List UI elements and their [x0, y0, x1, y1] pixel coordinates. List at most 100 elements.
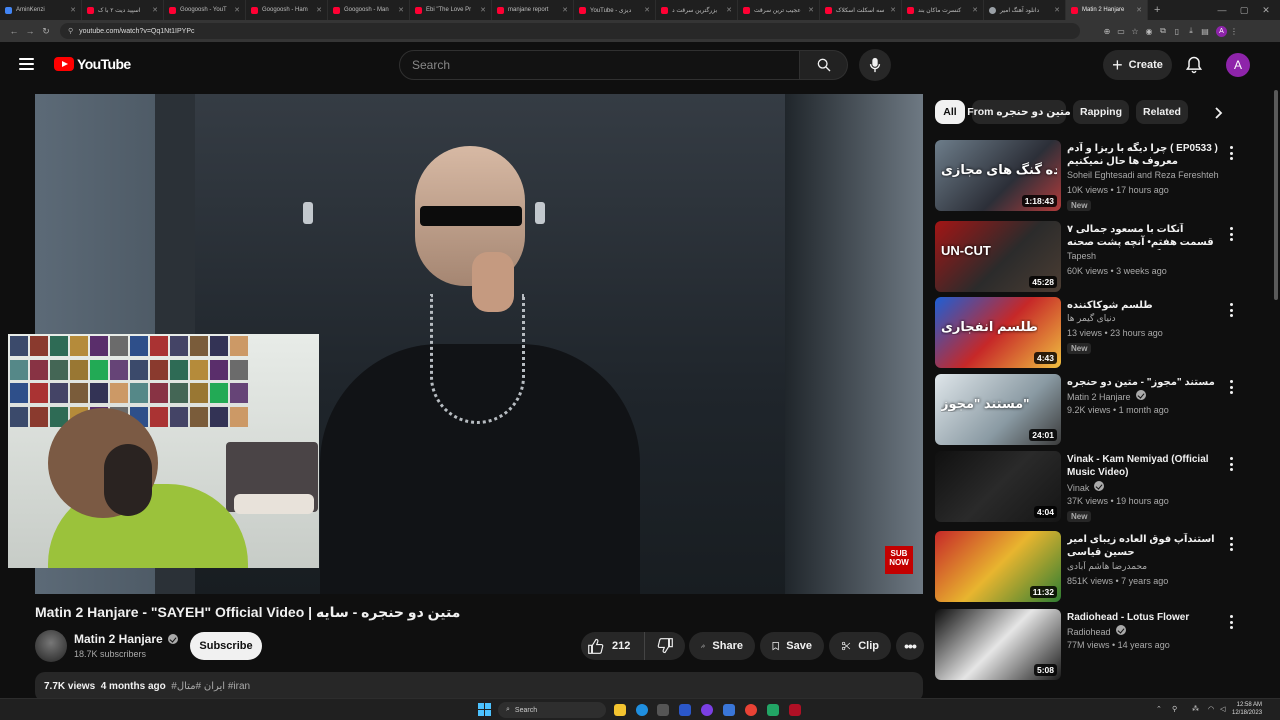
close-tab-icon[interactable]: ✕	[723, 6, 732, 14]
suggestion-thumbnail[interactable]: طلسم انفجاری 4:43	[935, 297, 1061, 368]
suggestion-channel[interactable]: Radiohead	[1067, 627, 1111, 637]
browser-tab[interactable]: Googoosh - YouT ✕	[164, 0, 246, 20]
close-tab-icon[interactable]: ✕	[1133, 6, 1142, 14]
suggestion-channel[interactable]: Vinak	[1067, 483, 1089, 493]
suggestion-channel-row[interactable]: محمدرضا هاشم آبادی	[1067, 561, 1219, 572]
suggestion-channel[interactable]: محمدرضا هاشم آبادی	[1067, 561, 1147, 571]
puzzle-icon[interactable]: ⧉	[1156, 26, 1170, 36]
maximize-icon[interactable]: ▢	[1233, 5, 1255, 16]
close-tab-icon[interactable]: ✕	[805, 6, 814, 14]
close-tab-icon[interactable]: ✕	[477, 6, 486, 14]
bookmark-star-icon[interactable]: ☆	[1128, 27, 1142, 36]
close-tab-icon[interactable]: ✕	[559, 6, 568, 14]
chip-related[interactable]: Related	[1136, 100, 1188, 124]
suggestion-item[interactable]: مستند "مجوز" 24:01 مستند "مجوز" - متین دو …	[935, 374, 1235, 448]
channel-name[interactable]: Matin 2 Hanjare	[74, 632, 163, 646]
suggestion-channel-row[interactable]: Radiohead	[1067, 625, 1219, 637]
account-avatar[interactable]: A	[1226, 53, 1250, 77]
app-icon[interactable]	[789, 704, 801, 716]
more-vertical-icon[interactable]	[1229, 380, 1233, 394]
forward-icon[interactable]: →	[22, 26, 38, 36]
chrome-icon[interactable]	[745, 704, 757, 716]
browser-tab[interactable]: عجیب ترین سرقت ✕	[738, 0, 820, 20]
reload-icon[interactable]: ↻	[38, 26, 54, 37]
taskbar-search[interactable]: ⌕ Search	[498, 702, 606, 718]
suggestion-thumbnail[interactable]: UN-CUT 45:28	[935, 221, 1061, 292]
suggestion-thumbnail[interactable]: 11:32	[935, 531, 1061, 602]
more-vertical-icon[interactable]	[1229, 457, 1233, 471]
sidebar-icon[interactable]: ▯	[1170, 27, 1184, 36]
tab-search-icon[interactable]: ▤	[1198, 27, 1212, 36]
close-tab-icon[interactable]: ✕	[1051, 6, 1060, 14]
app-icon[interactable]	[723, 704, 735, 716]
address-bar[interactable]: ⚲ youtube.com/watch?v=Qq1Nt1IPYPc	[60, 23, 1080, 39]
channel-name-row[interactable]: Matin 2 Hanjare	[74, 632, 178, 646]
browser-tab[interactable]: سه اسکلت اسکلاک ✕	[820, 0, 902, 20]
tray-app-icon[interactable]: ⚲	[1172, 705, 1177, 713]
cast-icon[interactable]: ▭	[1114, 27, 1128, 36]
suggestion-item[interactable]: رده گنگ های مجازی 1:18:43 چرا دیگه با ریزا…	[935, 140, 1235, 214]
close-tab-icon[interactable]: ✕	[313, 6, 322, 14]
more-actions-button[interactable]: •••	[896, 632, 924, 660]
browser-tab[interactable]: Matin 2 Hanjare ✕	[1066, 0, 1148, 20]
suggestion-title[interactable]: مستند "مجوز" - متین دو حنجره	[1067, 376, 1219, 389]
browser-tab[interactable]: manjane report ✕	[492, 0, 574, 20]
scrollbar-thumb[interactable]	[1274, 90, 1278, 300]
browser-tab[interactable]: Googoosh - Ham ✕	[246, 0, 328, 20]
site-info-icon[interactable]: ⚲	[68, 27, 73, 35]
like-button[interactable]: 212	[581, 632, 645, 660]
browser-tab[interactable]: AminKenzi ✕	[0, 0, 82, 20]
app-icon[interactable]	[701, 704, 713, 716]
wifi-icon[interactable]: ◠	[1208, 705, 1214, 713]
browser-tab[interactable]: بزرگترین سرقت د ✕	[656, 0, 738, 20]
suggestion-channel-row[interactable]: Tapesh	[1067, 251, 1219, 261]
voice-search-button[interactable]	[859, 49, 891, 81]
close-window-icon[interactable]: ✕	[1255, 5, 1277, 16]
chip-from-channel[interactable]: From متین دو حنجره	[967, 100, 1071, 124]
browser-tab[interactable]: دانلود آهنگ امیر ✕	[984, 0, 1066, 20]
more-vertical-icon[interactable]	[1229, 537, 1233, 551]
suggestion-channel-row[interactable]: Vinak	[1067, 481, 1219, 493]
suggestion-channel[interactable]: Tapesh	[1067, 251, 1096, 261]
back-icon[interactable]: ←	[6, 26, 22, 36]
menu-hamburger-icon[interactable]	[19, 58, 34, 70]
browser-tab[interactable]: کنسرت ماکان بند ✕	[902, 0, 984, 20]
browser-tab[interactable]: Googoosh - Man ✕	[328, 0, 410, 20]
clip-button[interactable]: Clip	[829, 632, 891, 660]
subscribe-button[interactable]: Subscribe	[190, 632, 262, 660]
suggestion-thumbnail[interactable]: مستند "مجوز" 24:01	[935, 374, 1061, 445]
create-button[interactable]: + Create	[1103, 50, 1172, 80]
close-tab-icon[interactable]: ✕	[969, 6, 978, 14]
browser-tab[interactable]: اسپید دیت ۲ با ک ✕	[82, 0, 164, 20]
save-button[interactable]: Save	[760, 632, 824, 660]
browser-profile-icon[interactable]: A	[1216, 25, 1227, 37]
more-vertical-icon[interactable]	[1229, 303, 1233, 317]
chip-rapping[interactable]: Rapping	[1073, 100, 1129, 124]
suggestion-item[interactable]: 11:32 استندآپ فوق العاده زیبای امیر حسین …	[935, 531, 1235, 605]
suggestion-thumbnail[interactable]: 5:08	[935, 609, 1061, 680]
close-tab-icon[interactable]: ✕	[887, 6, 896, 14]
windows-start-icon[interactable]	[478, 703, 491, 716]
app-icon[interactable]	[679, 704, 691, 716]
suggestion-channel[interactable]: دنیای گیمر ها	[1067, 313, 1116, 323]
browser-menu-icon[interactable]: ⋮	[1227, 27, 1241, 36]
browser-tab[interactable]: YouTube - دیزی ✕	[574, 0, 656, 20]
hashtags[interactable]: #ایران #متال #iran	[171, 681, 250, 692]
tray-bluetooth-icon[interactable]: ⁂	[1192, 705, 1199, 713]
file-explorer-icon[interactable]	[614, 704, 626, 716]
more-vertical-icon[interactable]	[1229, 227, 1233, 241]
search-button[interactable]	[800, 50, 848, 80]
edge-icon[interactable]	[636, 704, 648, 716]
extension-icon[interactable]: ◉	[1142, 27, 1156, 36]
suggestion-item[interactable]: طلسم انفجاری 4:43 طلسم شوکاکننده دنیای گیمر…	[935, 297, 1235, 371]
suggestion-channel-row[interactable]: Soheil Eghtesadi and Reza Fereshteh PL..…	[1067, 170, 1219, 180]
suggestion-title[interactable]: چرا دیگه با ریزا و آدم ( EP0533 ) معروف …	[1067, 142, 1219, 168]
suggestion-item[interactable]: 4:04 Vinak - Kam Nemiyad (Official Music …	[935, 451, 1235, 525]
page-scrollbar[interactable]	[1272, 88, 1280, 698]
suggestion-title[interactable]: Radiohead - Lotus Flower	[1067, 611, 1219, 624]
browser-tab[interactable]: Ebi "The Love Pr ✕	[410, 0, 492, 20]
subscribe-watermark[interactable]: SUB NOW	[885, 546, 913, 574]
share-button[interactable]: Share	[689, 632, 755, 660]
suggestion-title[interactable]: Vinak - Kam Nemiyad (Official Music Vide…	[1067, 453, 1219, 479]
suggestion-channel[interactable]: Matin 2 Hanjare	[1067, 392, 1131, 402]
